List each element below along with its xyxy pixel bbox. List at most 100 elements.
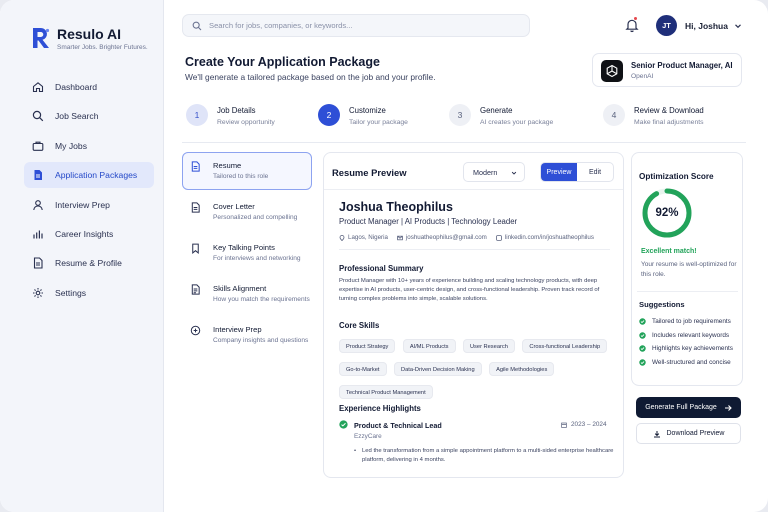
- experience-heading: Experience Highlights: [339, 404, 421, 413]
- sidebar-item-label: Resume & Profile: [55, 258, 122, 269]
- package-item-interview-prep[interactable]: Interview Prep Company insights and ques…: [182, 316, 312, 354]
- briefcase-icon: [32, 141, 44, 151]
- check-circle-icon: [639, 332, 646, 339]
- package-item-skills-alignment[interactable]: Skills Alignment How you match the requi…: [182, 275, 312, 313]
- chat-icon: [190, 325, 201, 336]
- resume-location: Lagos, Nigeria: [339, 234, 388, 241]
- package-item-key-talking-points[interactable]: Key Talking Points For interviews and ne…: [182, 234, 312, 272]
- sidebar-item-dashboard[interactable]: Dashboard: [24, 74, 154, 100]
- email-icon: [397, 235, 403, 240]
- user-greeting[interactable]: Hi, Joshua: [685, 21, 728, 31]
- job-card[interactable]: Senior Product Manager, AI OpenAI: [592, 53, 742, 87]
- resume-contacts: Lagos, Nigeria joshuatheophilus@gmail.co…: [339, 234, 603, 241]
- calendar-icon: [561, 422, 567, 428]
- sidebar-item-label: Settings: [55, 287, 87, 298]
- avatar[interactable]: JT: [656, 15, 677, 36]
- search-icon: [192, 21, 202, 30]
- suggestion-item: Includes relevant keywords: [639, 329, 743, 343]
- divider: [339, 249, 610, 250]
- divider: [182, 142, 746, 143]
- download-icon: [653, 430, 660, 437]
- search-input[interactable]: [209, 21, 529, 30]
- openai-logo-icon: [606, 64, 618, 78]
- package-description: For interviews and networking: [213, 255, 301, 262]
- skill-chip: Product Strategy: [339, 339, 396, 353]
- resume-location-text: Lagos, Nigeria: [348, 234, 388, 241]
- chevron-down-icon: [511, 171, 517, 175]
- checklist-icon: [191, 284, 200, 295]
- step-description: Make final adjustments: [634, 119, 704, 126]
- suggestion-item: Well-structured and concise: [639, 356, 743, 370]
- skill-chip: Go-to-Market: [339, 362, 387, 376]
- home-icon: [32, 82, 44, 93]
- skill-chip: Data-Driven Decision Making: [393, 362, 482, 376]
- skill-chip: Agile Methodologies: [489, 362, 555, 376]
- step-title: Generate: [480, 106, 513, 115]
- step-title: Job Details: [217, 106, 256, 115]
- brand-tagline: Smarter Jobs. Brighter Futures.: [57, 44, 148, 51]
- template-select-value: Modern: [473, 167, 498, 177]
- sidebar-item-interview-prep[interactable]: Interview Prep: [24, 192, 154, 218]
- file-text-icon: [33, 257, 43, 269]
- score-value: 92%: [655, 207, 679, 219]
- package-description: Tailored to this role: [213, 173, 269, 180]
- sidebar-item-label: Application Packages: [55, 170, 138, 181]
- experience-company: EzzyCare: [354, 433, 382, 440]
- resume-email-text: joshuatheophilus@gmail.com: [405, 234, 487, 241]
- check-circle-icon: [339, 420, 348, 429]
- sidebar-item-label: Dashboard: [55, 82, 98, 92]
- package-title: Skills Alignment: [213, 284, 267, 293]
- check-circle-icon: [639, 318, 646, 325]
- sidebar-item-my-jobs[interactable]: My Jobs: [24, 133, 154, 159]
- template-select[interactable]: Modern: [463, 162, 525, 182]
- package-title: Interview Prep: [213, 325, 262, 334]
- edit-toggle-button[interactable]: Edit: [577, 163, 613, 181]
- download-preview-label: Download Preview: [666, 430, 725, 437]
- step-description: AI creates your package: [480, 119, 554, 126]
- package-title: Key Talking Points: [213, 243, 275, 252]
- company-logo: [601, 60, 623, 82]
- sidebar-item-settings[interactable]: Settings: [24, 280, 154, 306]
- job-title: Senior Product Manager, AI: [631, 61, 733, 70]
- suggestion-item: Highlights key achievements: [639, 342, 743, 356]
- sidebar-item-job-search[interactable]: Job Search: [24, 103, 154, 129]
- resume-linkedin-text: linkedin.com/in/joshuatheophilus: [504, 234, 594, 241]
- package-description: Personalized and compelling: [213, 214, 298, 221]
- logo-icon: [33, 28, 50, 48]
- app-window: Resulo AI Smarter Jobs. Brighter Futures…: [0, 0, 768, 512]
- search-icon: [32, 111, 44, 122]
- skill-chip: Cross-functional Leadership: [522, 339, 608, 353]
- resume-headline: Product Manager | AI Products | Technolo…: [339, 217, 518, 226]
- summary-text: Product Manager with 10+ years of experi…: [339, 278, 600, 303]
- preview-toggle-button[interactable]: Preview: [541, 163, 577, 181]
- package-title: Resume: [213, 161, 242, 170]
- document-icon: [34, 170, 42, 181]
- download-preview-button[interactable]: Download Preview: [636, 423, 741, 444]
- package-title: Cover Letter: [213, 202, 255, 211]
- suggestions-list: Tailored to job requirements Includes re…: [639, 315, 743, 369]
- page-subtitle: We'll generate a tailored package based …: [185, 72, 436, 82]
- sidebar-item-application-packages[interactable]: Application Packages: [24, 162, 154, 189]
- step-title: Review & Download: [634, 106, 704, 115]
- package-item-resume[interactable]: Resume Tailored to this role: [182, 152, 312, 190]
- generate-package-label: Generate Full Package: [645, 404, 717, 411]
- step-number: 1: [186, 104, 208, 126]
- generate-package-button[interactable]: Generate Full Package: [636, 397, 741, 418]
- resume-linkedin: linkedin.com/in/joshuatheophilus: [496, 234, 594, 241]
- notification-badge: [633, 16, 638, 21]
- skills-list: Product Strategy AI/ML Products User Res…: [339, 335, 614, 404]
- package-item-cover-letter[interactable]: Cover Letter Personalized and compelling: [182, 193, 312, 231]
- sidebar-item-career-insights[interactable]: Career Insights: [24, 221, 154, 247]
- step-description: Review opportunity: [217, 119, 275, 126]
- suggestion-text: Well-structured and concise: [652, 358, 731, 366]
- chevron-down-icon[interactable]: [734, 22, 742, 30]
- step-title: Customize: [349, 106, 386, 115]
- sidebar-item-label: My Jobs: [55, 140, 87, 151]
- suggestion-text: Includes relevant keywords: [652, 331, 730, 339]
- resume-document: Joshua Theophilus Product Manager | AI P…: [331, 191, 618, 477]
- document-icon: [191, 161, 200, 172]
- package-list: Resume Tailored to this role Cover Lette…: [182, 152, 312, 357]
- resume-preview-panel: Resume Preview Modern Preview Edit Joshu…: [323, 152, 624, 478]
- resume-email: joshuatheophilus@gmail.com: [397, 234, 487, 241]
- sidebar-item-resume-profile[interactable]: Resume & Profile: [24, 250, 154, 276]
